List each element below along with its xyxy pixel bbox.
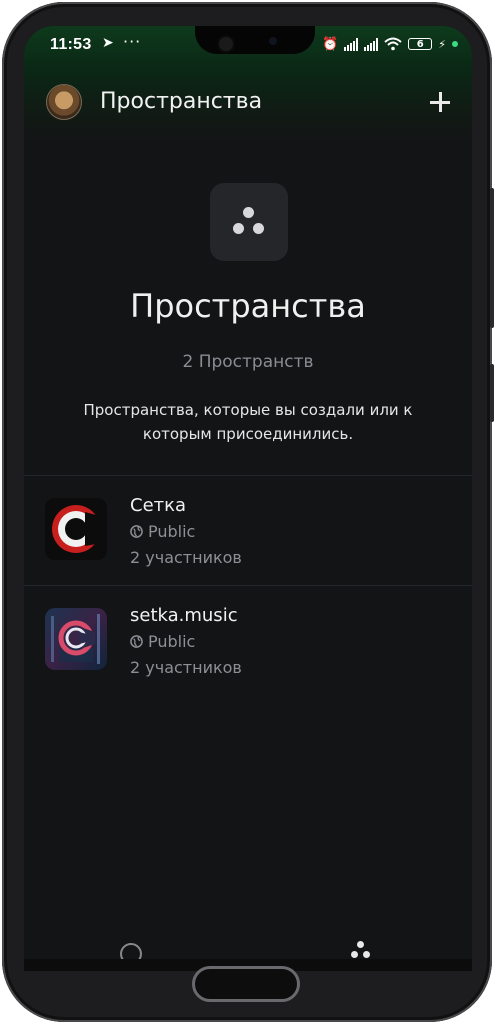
space-members: 2 участников <box>130 548 242 567</box>
space-logo <box>45 608 107 670</box>
space-item-setka[interactable]: Сетка Public 2 участников <box>24 476 472 584</box>
phone-frame: 11:53 ➤ ··· ⏰ 6 ⚡ Пространства Пространс… <box>2 2 494 1022</box>
space-visibility: Public <box>130 522 195 541</box>
globe-icon <box>130 635 143 648</box>
space-logo <box>45 498 107 560</box>
status-time: 11:53 <box>50 36 92 53</box>
navigation-icon: ➤ <box>102 35 114 51</box>
space-name: Сетка <box>130 495 187 516</box>
home-nav-icon[interactable] <box>120 943 142 959</box>
hero-description: Пространства, которые вы создали или к к… <box>83 401 413 443</box>
visibility-label: Public <box>148 522 196 541</box>
globe-icon <box>130 525 143 538</box>
status-bar: 11:53 ➤ ··· ⏰ 6 ⚡ <box>24 26 472 62</box>
space-item-setka-music[interactable]: setka.music Public 2 участников <box>24 586 472 694</box>
home-button[interactable] <box>192 966 300 1002</box>
page-title: Пространства <box>100 89 263 114</box>
signal-icon <box>344 37 359 51</box>
spaces-nav-icon[interactable] <box>348 941 374 959</box>
hero-title: Пространства <box>130 287 366 325</box>
plus-icon[interactable] <box>428 90 452 114</box>
space-members: 2 участников <box>130 658 242 677</box>
wifi-icon <box>384 37 402 51</box>
volume-button <box>490 188 494 328</box>
avatar[interactable] <box>46 84 82 120</box>
space-visibility: Public <box>130 632 195 651</box>
alarm-off-icon: ⏰ <box>322 36 339 52</box>
signal-icon <box>364 37 379 51</box>
status-icons: ⏰ 6 ⚡ <box>322 35 458 53</box>
privacy-dot <box>452 41 458 47</box>
battery-icon: 6 <box>408 38 433 50</box>
charging-icon: ⚡ <box>438 37 446 51</box>
space-name: setka.music <box>130 605 238 626</box>
power-button <box>490 364 494 422</box>
camera-notch <box>195 26 315 54</box>
spaces-count: 2 Пространств <box>182 352 314 372</box>
app-screen: 11:53 ➤ ··· ⏰ 6 ⚡ Пространства Пространс… <box>24 26 472 959</box>
visibility-label: Public <box>148 632 196 651</box>
camera-icon <box>266 34 280 48</box>
sensor-icon <box>217 35 235 53</box>
spaces-icon <box>210 183 288 261</box>
more-icon: ··· <box>123 32 142 51</box>
